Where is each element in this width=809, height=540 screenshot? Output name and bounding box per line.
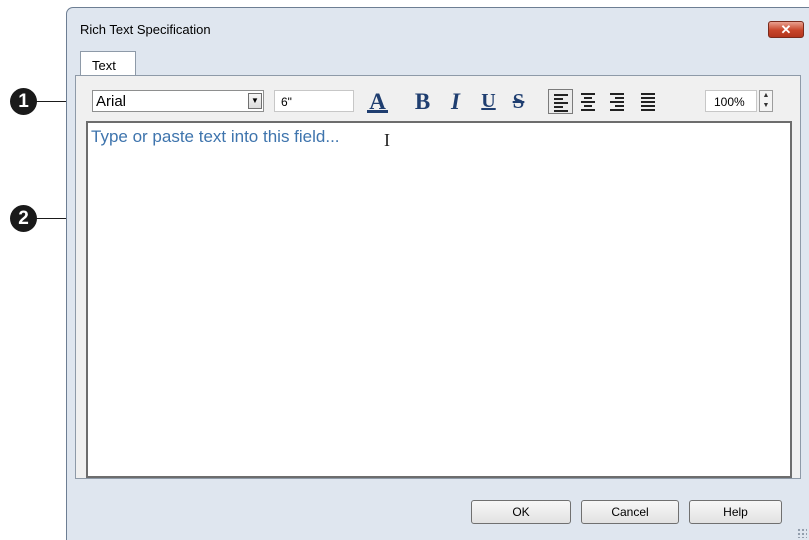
italic-icon: I: [451, 89, 460, 114]
title-bar: Rich Text Specification ✕: [67, 8, 809, 44]
cancel-button[interactable]: Cancel: [581, 500, 679, 524]
text-color-button[interactable]: A: [365, 89, 390, 114]
align-center-button[interactable]: [576, 89, 601, 114]
font-name-value: Arial: [96, 93, 127, 110]
spin-up-icon[interactable]: ▲: [760, 91, 772, 101]
callout-2: 2: [10, 205, 37, 232]
spin-down-icon[interactable]: ▼: [760, 101, 772, 111]
strikethrough-button[interactable]: S: [506, 89, 531, 114]
callout-1: 1: [10, 88, 37, 115]
align-left-icon: [554, 94, 568, 114]
bold-icon: B: [414, 89, 431, 114]
resize-grip-icon[interactable]: [797, 528, 807, 538]
italic-button[interactable]: I: [443, 89, 468, 114]
justify-icon: [641, 93, 655, 113]
help-button[interactable]: Help: [689, 500, 782, 524]
bold-button[interactable]: B: [410, 89, 435, 114]
chevron-down-icon[interactable]: ▼: [248, 93, 262, 109]
line-spacing-field[interactable]: 100%: [705, 90, 757, 112]
underline-icon: U: [481, 90, 496, 112]
font-size-field[interactable]: 6": [274, 90, 354, 112]
close-button[interactable]: ✕: [768, 21, 804, 38]
text-color-swatch: [367, 110, 388, 113]
font-name-combo[interactable]: Arial ▼: [92, 90, 264, 112]
rich-text-editor[interactable]: Type or paste text into this field... I: [86, 121, 792, 478]
close-icon: ✕: [780, 22, 792, 37]
tab-text[interactable]: Text: [80, 51, 136, 76]
underline-button[interactable]: U: [476, 89, 501, 114]
align-right-button[interactable]: [605, 89, 630, 114]
align-center-icon: [581, 93, 595, 113]
align-left-button[interactable]: [548, 89, 573, 114]
ok-button[interactable]: OK: [471, 500, 571, 524]
editor-placeholder: Type or paste text into this field...: [91, 127, 340, 146]
text-cursor-icon: I: [384, 130, 390, 150]
strikethrough-icon: S: [512, 89, 525, 113]
dialog-title: Rich Text Specification: [80, 22, 211, 37]
justify-button[interactable]: [636, 89, 661, 114]
align-right-icon: [610, 93, 624, 113]
line-spacing-spinner[interactable]: ▲ ▼: [759, 90, 773, 112]
